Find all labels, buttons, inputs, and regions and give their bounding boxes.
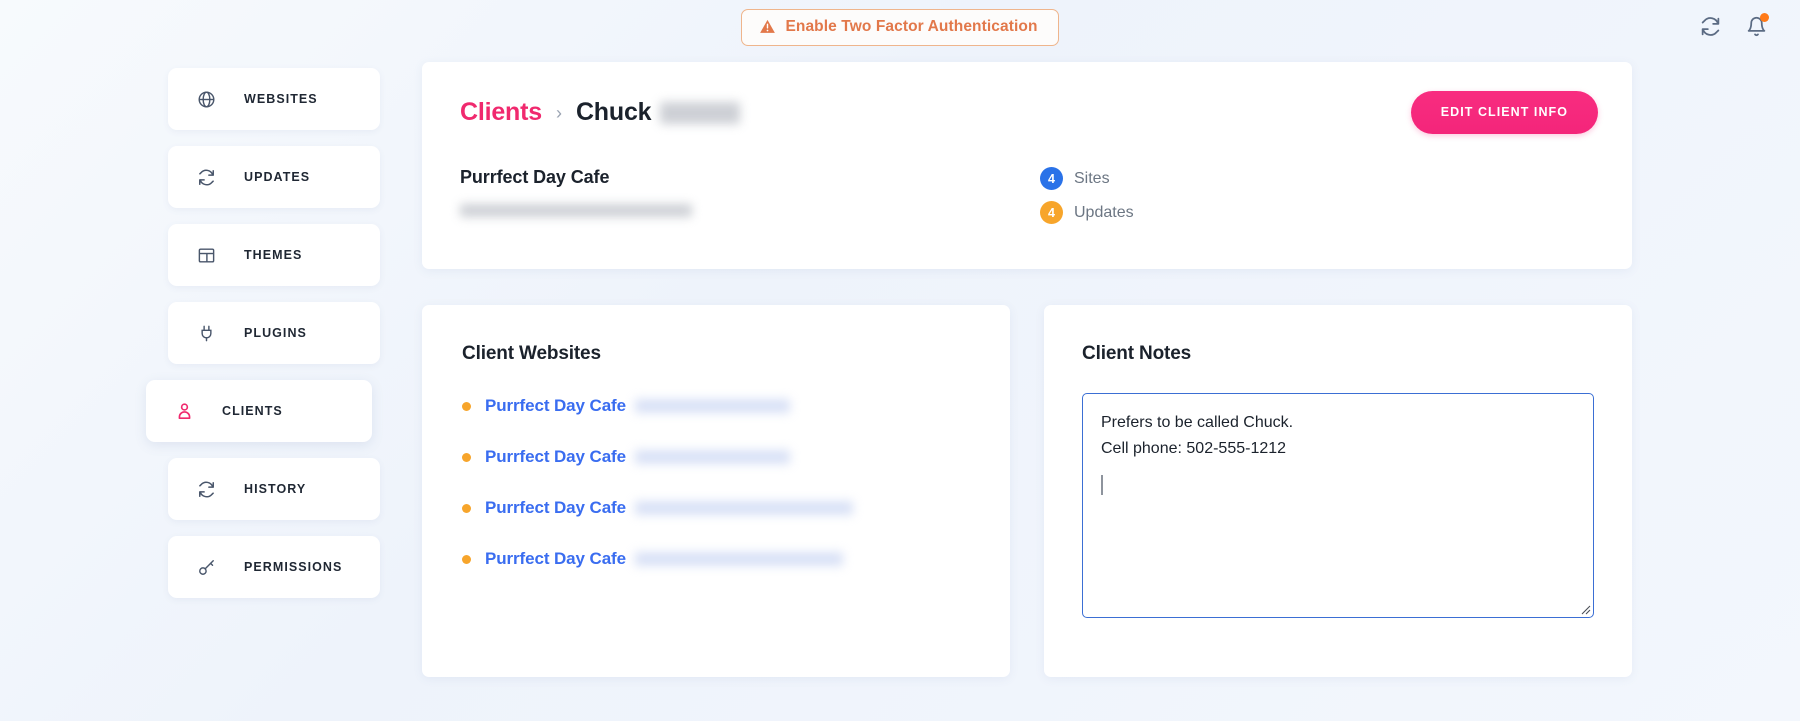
client-notes-panel: Client Notes Prefers to be called Chuck.… xyxy=(1044,305,1632,677)
list-item[interactable]: Purrfect Day Cafe xyxy=(462,549,970,569)
status-dot-icon xyxy=(462,555,471,564)
client-websites-panel: Client Websites Purrfect Day Cafe Purrfe… xyxy=(422,305,1010,677)
sidebar-label-themes: THEMES xyxy=(244,248,302,262)
client-organization-name: Purrfect Day Cafe xyxy=(460,167,1020,188)
client-header-card: Clients › Chuck EDIT CLIENT INFO Purrfec… xyxy=(422,62,1632,269)
status-dot-icon xyxy=(462,504,471,513)
sidebar-item-themes[interactable]: THEMES xyxy=(168,224,380,286)
website-url-redacted xyxy=(635,450,790,464)
chevron-right-icon: › xyxy=(556,103,562,124)
sidebar-label-permissions: PERMISSIONS xyxy=(244,560,342,574)
list-item[interactable]: Purrfect Day Cafe xyxy=(462,498,970,518)
globe-icon xyxy=(196,89,216,109)
refresh-icon[interactable] xyxy=(1696,12,1724,40)
sites-label: Sites xyxy=(1074,170,1110,188)
client-stats: 4 Sites 4 Updates xyxy=(1040,167,1134,235)
updates-label: Updates xyxy=(1074,204,1134,222)
main-content: Clients › Chuck EDIT CLIENT INFO Purrfec… xyxy=(422,62,1632,677)
edit-client-info-button[interactable]: EDIT CLIENT INFO xyxy=(1411,91,1598,134)
two-factor-label: Enable Two Factor Authentication xyxy=(785,18,1037,36)
sidebar-label-plugins: PLUGINS xyxy=(244,326,307,340)
warning-triangle-icon xyxy=(759,18,776,35)
sidebar-item-plugins[interactable]: PLUGINS xyxy=(168,302,380,364)
sidebar-item-history[interactable]: HISTORY xyxy=(168,458,380,520)
sidebar-label-clients: CLIENTS xyxy=(222,404,283,418)
list-item[interactable]: Purrfect Day Cafe xyxy=(462,447,970,467)
website-url-redacted xyxy=(635,552,843,566)
text-caret xyxy=(1101,475,1103,495)
topbar-icon-group xyxy=(1696,12,1770,40)
client-first-name: Chuck xyxy=(576,98,651,127)
website-link[interactable]: Purrfect Day Cafe xyxy=(485,549,626,569)
website-url-redacted xyxy=(635,399,790,413)
client-last-name-redacted xyxy=(660,102,740,124)
window-icon xyxy=(196,245,216,265)
status-dot-icon xyxy=(462,402,471,411)
client-websites-title: Client Websites xyxy=(462,343,970,365)
sidebar-item-updates[interactable]: UPDATES xyxy=(168,146,380,208)
stat-sites: 4 Sites xyxy=(1040,167,1134,190)
website-link[interactable]: Purrfect Day Cafe xyxy=(485,396,626,416)
plug-icon xyxy=(196,323,216,343)
client-identity: Purrfect Day Cafe xyxy=(460,167,1020,217)
client-notes-title: Client Notes xyxy=(1082,343,1594,365)
refresh-icon xyxy=(196,479,216,499)
enable-two-factor-authentication-banner[interactable]: Enable Two Factor Authentication xyxy=(741,9,1058,46)
bell-icon[interactable] xyxy=(1742,12,1770,40)
sidebar-item-websites[interactable]: WEBSITES xyxy=(168,68,380,130)
client-notes-field-wrapper: Prefers to be called Chuck. Cell phone: … xyxy=(1082,393,1594,618)
website-url-redacted xyxy=(635,501,853,515)
person-icon xyxy=(174,401,194,421)
sites-count-badge: 4 xyxy=(1040,167,1063,190)
stat-updates: 4 Updates xyxy=(1040,201,1134,224)
updates-count-badge: 4 xyxy=(1040,201,1063,224)
website-link[interactable]: Purrfect Day Cafe xyxy=(485,498,626,518)
status-dot-icon xyxy=(462,453,471,462)
sidebar: WEBSITES UPDATES THEMES xyxy=(168,68,380,614)
sidebar-label-history: HISTORY xyxy=(244,482,306,496)
panels-row: Client Websites Purrfect Day Cafe Purrfe… xyxy=(422,305,1632,677)
top-bar: Enable Two Factor Authentication xyxy=(0,0,1800,54)
sidebar-label-websites: WEBSITES xyxy=(244,92,318,106)
client-notes-textarea[interactable]: Prefers to be called Chuck. Cell phone: … xyxy=(1082,393,1594,618)
refresh-icon xyxy=(196,167,216,187)
breadcrumb-current: Chuck xyxy=(576,98,740,127)
notification-badge-dot xyxy=(1760,13,1769,22)
sidebar-item-clients[interactable]: CLIENTS xyxy=(146,380,372,442)
breadcrumb-clients-link[interactable]: Clients xyxy=(460,98,542,127)
list-item[interactable]: Purrfect Day Cafe xyxy=(462,396,970,416)
client-email-redacted xyxy=(460,204,692,217)
key-icon xyxy=(196,557,216,577)
sidebar-item-permissions[interactable]: PERMISSIONS xyxy=(168,536,380,598)
client-meta: Purrfect Day Cafe 4 Sites 4 Updates xyxy=(460,167,1592,235)
website-link[interactable]: Purrfect Day Cafe xyxy=(485,447,626,467)
client-websites-list: Purrfect Day Cafe Purrfect Day Cafe Purr… xyxy=(462,396,970,569)
sidebar-label-updates: UPDATES xyxy=(244,170,310,184)
